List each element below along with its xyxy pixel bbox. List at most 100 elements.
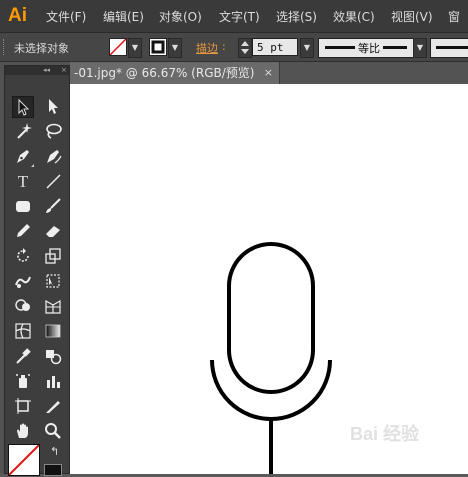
fill-swatch[interactable]: [109, 38, 127, 56]
menu-window[interactable]: 窗: [448, 8, 460, 25]
shape-builder-tool[interactable]: [12, 296, 34, 318]
microphone-holder-arc: [210, 359, 332, 421]
direct-selection-tool[interactable]: [42, 96, 64, 118]
magnifier-icon: [45, 423, 61, 439]
stroke-weight-stepper[interactable]: [238, 38, 252, 58]
brush-select[interactable]: [430, 38, 468, 58]
perspective-grid-tool[interactable]: [42, 296, 64, 318]
magic-wand-tool[interactable]: [12, 121, 34, 143]
column-graph-icon: [47, 376, 60, 388]
line-segment-icon: [46, 174, 61, 189]
rotate-tool[interactable]: [12, 246, 34, 268]
control-bar-grip: [3, 39, 6, 55]
rotate-icon: [17, 248, 29, 262]
menu-view[interactable]: 视图(V): [391, 8, 433, 25]
line-tool[interactable]: [42, 171, 64, 193]
gradient-icon: [45, 324, 61, 338]
eyedropper-icon: [16, 348, 31, 364]
menu-edit[interactable]: 编辑(E): [103, 8, 144, 25]
brush-line-preview: [436, 46, 468, 49]
slice-tool[interactable]: [42, 396, 64, 418]
toolbox-header[interactable]: ◂◂ ×: [5, 66, 69, 75]
scale-tool[interactable]: [42, 246, 64, 268]
paintbrush-icon: [46, 198, 61, 213]
free-transform-icon: [46, 274, 60, 288]
tool-submenu-indicator: [31, 164, 34, 167]
curvature-tool[interactable]: [42, 146, 64, 168]
direct-selection-arrow-icon: [49, 99, 58, 114]
stroke-weight-input[interactable]: 5 pt: [252, 38, 298, 56]
mesh-tool[interactable]: [12, 321, 34, 343]
magic-wand-icon: [17, 123, 32, 139]
stroke-profile-dropdown[interactable]: ▼: [413, 38, 427, 58]
menu-effect[interactable]: 效果(C): [333, 8, 375, 25]
warp-tool[interactable]: [12, 271, 34, 293]
selection-status: 未选择对象: [14, 42, 69, 55]
stepper-up-icon[interactable]: [241, 41, 249, 46]
app-logo: Ai: [8, 5, 27, 26]
menu-file[interactable]: 文件(F): [46, 8, 86, 25]
close-tab-icon[interactable]: ×: [264, 62, 273, 84]
symbol-sprayer-icon: [16, 374, 30, 388]
symbol-sprayer-tool[interactable]: [12, 371, 34, 393]
fill-color-box[interactable]: [8, 444, 40, 476]
fill-stroke-indicator: ↰: [4, 444, 66, 476]
artboard-tool[interactable]: [12, 396, 34, 418]
stroke-swatch[interactable]: [149, 38, 167, 56]
mesh-icon: [15, 323, 31, 339]
artboard-icon: [15, 398, 31, 414]
type-tool[interactable]: T: [12, 171, 34, 193]
paintbrush-tool[interactable]: [42, 196, 64, 218]
stroke-dropdown[interactable]: ▼: [168, 38, 182, 58]
curvature-pen-icon: [47, 150, 62, 164]
menu-object[interactable]: 对象(O): [159, 8, 202, 25]
pencil-icon: [17, 224, 30, 237]
scale-icon: [45, 248, 61, 264]
rectangle-tool[interactable]: [12, 196, 34, 218]
warp-icon: [15, 276, 31, 288]
lasso-icon: [46, 123, 62, 139]
artboard-canvas[interactable]: [70, 84, 468, 474]
stroke-label-colon: :: [222, 40, 226, 53]
menu-select[interactable]: 选择(S): [276, 8, 317, 25]
eyedropper-tool[interactable]: [12, 346, 34, 368]
blend-tool[interactable]: [42, 346, 64, 368]
pen-nib-icon: [17, 150, 29, 163]
none-slash-icon: [9, 445, 39, 475]
menu-type[interactable]: 文字(T): [219, 8, 260, 25]
none-slash-icon: [110, 39, 126, 55]
zoom-tool[interactable]: [42, 421, 64, 443]
swap-fill-stroke-icon[interactable]: ↰: [50, 446, 62, 458]
control-bar: 未选择对象 ▼ ▼ 描边 : 5 pt ▼ ▼: [0, 33, 468, 62]
microphone-capsule-shape: [227, 242, 315, 394]
lasso-tool[interactable]: [42, 121, 64, 143]
selection-tool[interactable]: [12, 96, 34, 118]
perspective-grid-icon: [45, 299, 61, 314]
blend-icon: [46, 350, 62, 365]
free-transform-tool[interactable]: [42, 271, 64, 293]
stroke-label[interactable]: 描边: [196, 40, 218, 56]
microphone-artwork: [210, 242, 332, 474]
collapse-arrows-icon[interactable]: ◂◂: [43, 66, 50, 75]
shape-builder-icon: [15, 299, 30, 311]
toolbox-close-icon[interactable]: ×: [61, 66, 67, 75]
gradient-tool[interactable]: [42, 321, 64, 343]
microphone-body-outline: [229, 281, 313, 328]
document-tab[interactable]: -01.jpg* @ 66.67% (RGB/预览) ×: [70, 62, 280, 84]
document-tab-bar: -01.jpg* @ 66.67% (RGB/预览) ×: [70, 62, 468, 84]
stroke-color-box[interactable]: [44, 464, 62, 476]
baidu-watermark: Bai 经验: [350, 424, 420, 444]
rounded-rectangle-icon: [16, 201, 30, 212]
document-tab-title: -01.jpg* @ 66.67% (RGB/预览): [74, 66, 255, 80]
hand-icon: [17, 423, 28, 438]
eraser-tool[interactable]: [42, 221, 64, 243]
fill-dropdown[interactable]: ▼: [128, 38, 142, 58]
hand-tool[interactable]: [12, 421, 34, 443]
stroke-square-icon: [151, 40, 165, 54]
stepper-down-icon[interactable]: [241, 49, 249, 54]
pencil-tool[interactable]: [12, 221, 34, 243]
eraser-icon: [46, 226, 60, 237]
stroke-weight-dropdown[interactable]: ▼: [300, 38, 314, 58]
pen-tool[interactable]: [12, 146, 34, 168]
column-graph-tool[interactable]: [42, 371, 64, 393]
